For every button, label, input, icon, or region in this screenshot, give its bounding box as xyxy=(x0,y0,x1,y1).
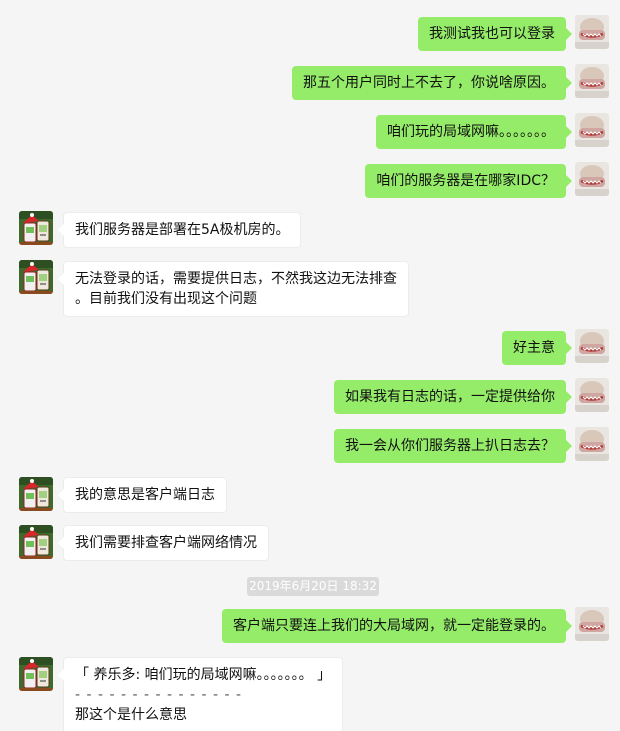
face-avatar-icon xyxy=(575,329,609,363)
face-avatar-icon xyxy=(575,607,609,641)
message-bubble-self[interactable]: 那五个用户同时上不去了，你说啥原因。 xyxy=(292,66,572,100)
contact-avatar[interactable] xyxy=(19,211,53,245)
christmas-cup-avatar-icon xyxy=(19,211,53,245)
face-avatar-icon xyxy=(575,64,609,98)
self-avatar[interactable] xyxy=(575,329,609,363)
timestamp-divider: 2019年6月20日 18:32 xyxy=(247,577,379,596)
message-bubble-contact[interactable]: 我们需要排查客户端网络情况 xyxy=(58,525,269,561)
chat-window: 我测试我也可以登录 那五个用户同时上不去了，你说啥原因。 咱们玩的局域网嘛。。。… xyxy=(0,0,620,731)
self-avatar[interactable] xyxy=(575,15,609,49)
self-avatar[interactable] xyxy=(575,427,609,461)
self-avatar[interactable] xyxy=(575,113,609,147)
christmas-cup-avatar-icon xyxy=(19,657,53,691)
face-avatar-icon xyxy=(575,427,609,461)
face-avatar-icon xyxy=(575,378,609,412)
message-line: 。目前我们没有出现这个问题 xyxy=(75,291,257,307)
message-bubble-self[interactable]: 我测试我也可以登录 xyxy=(418,17,572,51)
christmas-cup-avatar-icon xyxy=(19,260,53,294)
christmas-cup-avatar-icon xyxy=(19,525,53,559)
christmas-cup-avatar-icon xyxy=(19,477,53,511)
contact-avatar[interactable] xyxy=(19,477,53,511)
message-bubble-contact[interactable]: 我们服务器是部署在5A极机房的。 xyxy=(57,212,302,248)
message-bubble-self[interactable]: 咱们玩的局域网嘛。。。。。。。 xyxy=(376,115,572,149)
face-avatar-icon xyxy=(575,162,609,196)
message-bubble-contact[interactable]: 我的意思是客户端日志 xyxy=(58,477,227,513)
message-bubble-self[interactable]: 咱们的服务器是在哪家IDC？ xyxy=(365,164,572,198)
contact-avatar[interactable] xyxy=(19,260,53,294)
contact-avatar[interactable] xyxy=(19,657,53,691)
message-bubble-contact[interactable]: 无法登录的话，需要提供日志，不然我这边无法排查 。目前我们没有出现这个问题 xyxy=(58,261,409,317)
message-bubble-self[interactable]: 好主意 xyxy=(502,331,572,365)
face-avatar-icon xyxy=(575,113,609,147)
self-avatar[interactable] xyxy=(575,64,609,98)
quote-divider: - - - - - - - - - - - - - - - xyxy=(75,687,243,703)
self-avatar[interactable] xyxy=(575,378,609,412)
message-bubble-contact-quote[interactable]: 「 养乐多: 咱们玩的局域网嘛。。。。。。。 」 - - - - - - - -… xyxy=(57,657,344,731)
message-bubble-self[interactable]: 客户端只要连上我们的大局域网，就一定能登录的。 xyxy=(222,609,572,643)
message-bubble-self[interactable]: 我一会从你们服务器上扒日志去？ xyxy=(334,429,572,463)
message-bubble-self[interactable]: 如果我有日志的话，一定提供给你 xyxy=(334,380,572,414)
message-line: 无法登录的话，需要提供日志，不然我这边无法排查 xyxy=(75,271,397,287)
face-avatar-icon xyxy=(575,15,609,49)
quoted-message: 「 养乐多: 咱们玩的局域网嘛。。。。。。。 」 xyxy=(75,667,332,683)
message-line: 那这个是什么意思 xyxy=(75,707,187,723)
self-avatar[interactable] xyxy=(575,607,609,641)
self-avatar[interactable] xyxy=(575,162,609,196)
contact-avatar[interactable] xyxy=(19,525,53,559)
